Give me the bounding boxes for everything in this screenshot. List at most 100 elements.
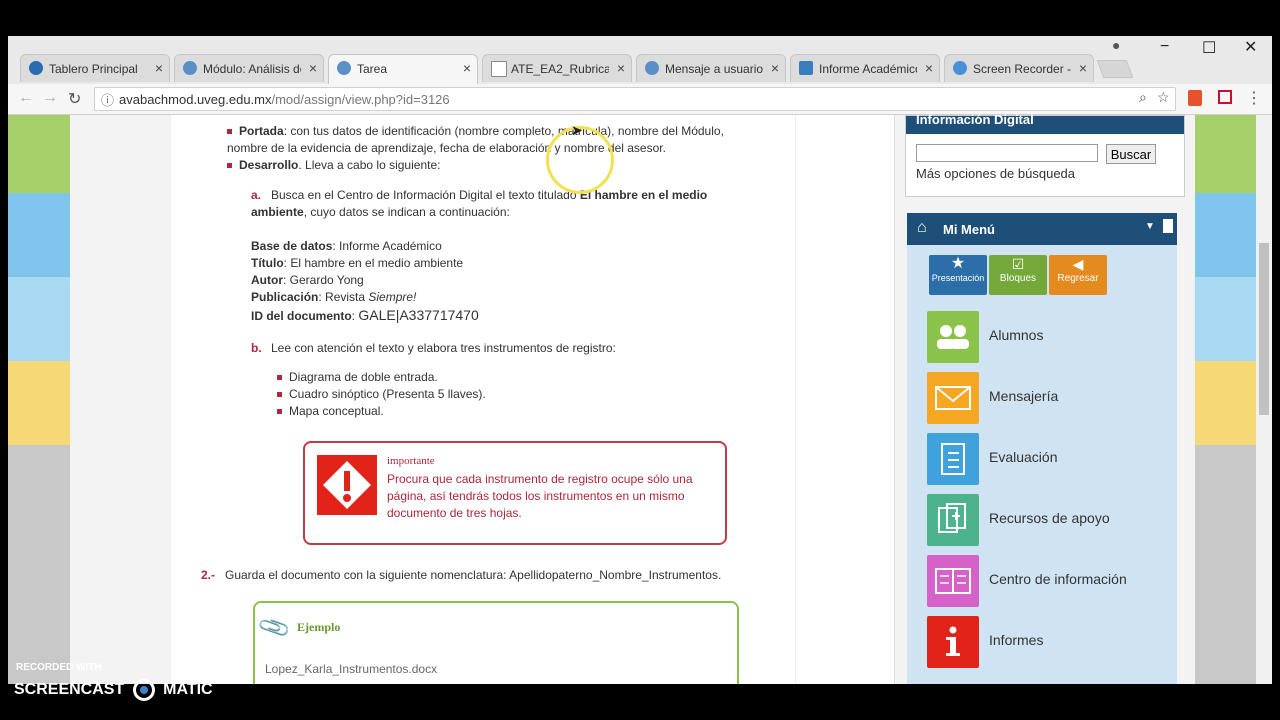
- minimize-icon[interactable]: −: [1160, 38, 1169, 56]
- maximize-icon[interactable]: ☐: [1202, 38, 1216, 58]
- regresar-button[interactable]: ◀ Regresar: [1049, 255, 1107, 295]
- search-input[interactable]: [916, 144, 1098, 162]
- menu-item-mensajeria[interactable]: Mensajería: [989, 388, 1058, 404]
- mail-icon[interactable]: [927, 372, 979, 424]
- bloques-button[interactable]: ☑ Bloques: [989, 255, 1047, 295]
- bookmark-star-icon[interactable]: ☆: [1157, 89, 1170, 106]
- portada-line-1: Portada: con tus datos de identificación…: [239, 124, 724, 138]
- profile-icon[interactable]: ●: [1112, 37, 1120, 53]
- decor-stripe-right: [1194, 361, 1256, 445]
- menu-item-centro-de-informacion[interactable]: Centro de información: [989, 571, 1127, 587]
- new-tab-button[interactable]: [1096, 60, 1134, 78]
- warning-icon: [317, 455, 377, 515]
- presentacion-button[interactable]: ★ Presentación: [929, 255, 987, 295]
- close-icon[interactable]: ×: [617, 60, 625, 76]
- info-digital-block: Información Digital Buscar Más opciones …: [905, 112, 1185, 197]
- search-button[interactable]: Buscar: [1106, 144, 1156, 164]
- pocket-extension-icon[interactable]: [1218, 90, 1232, 104]
- page-viewport: Portada: con tus datos de identificación…: [8, 112, 1272, 684]
- info-icon[interactable]: ⓘ: [101, 90, 114, 109]
- add-document-icon[interactable]: [927, 494, 979, 546]
- menu-item-evaluacion[interactable]: Evaluación: [989, 449, 1058, 465]
- url-input[interactable]: ⓘ avabachmod.uveg.edu.mx/mod/assign/view…: [94, 87, 1176, 111]
- clipboard-icon[interactable]: [927, 433, 979, 485]
- info-digital-header: Información Digital: [906, 112, 1184, 134]
- dock-icon[interactable]: [1163, 219, 1173, 233]
- site-icon: [645, 61, 659, 75]
- presentacion-label: Presentación: [931, 273, 985, 283]
- step-b-label: b.: [251, 341, 262, 355]
- bloques-label: Bloques: [999, 273, 1037, 284]
- bullet: [277, 392, 282, 397]
- watermark-line-2: SCREENCAST: [14, 681, 125, 699]
- alumnos-icon[interactable]: [927, 311, 979, 363]
- back-icon[interactable]: ←: [18, 89, 34, 107]
- decor-stripe-left: [8, 277, 70, 361]
- important-line-3: documento de tres hojas.: [387, 506, 522, 520]
- chevron-down-icon[interactable]: ▼: [1145, 221, 1155, 232]
- close-window-icon[interactable]: ✕: [1244, 37, 1257, 57]
- close-icon[interactable]: ×: [771, 60, 779, 76]
- menu-item-informes[interactable]: Informes: [989, 632, 1043, 648]
- search-more-link[interactable]: Más opciones de búsqueda: [916, 166, 1075, 181]
- decor-stripe-left: [8, 193, 70, 277]
- mi-menu-title: Mi Menú: [943, 222, 995, 237]
- example-title: Ejemplo: [297, 620, 341, 634]
- step-2-number: 2.-: [201, 568, 216, 582]
- close-icon[interactable]: ×: [1079, 60, 1087, 76]
- address-bar: ← → ↻ ⓘ avabachmod.uveg.edu.mx/mod/assig…: [8, 84, 1272, 115]
- paperclip-icon: 📎: [256, 609, 293, 646]
- scrollbar-thumb[interactable]: [1259, 243, 1269, 415]
- tab-label: Tablero Principal: [49, 62, 138, 76]
- tab-tablero-principal[interactable]: Tablero Principal ×: [20, 54, 170, 82]
- tab-mensaje[interactable]: Mensaje a usuarios ×: [636, 54, 786, 82]
- step-b-text: Lee con atención el texto y elabora tres…: [271, 341, 616, 355]
- step-a-line-1: Busca en el Centro de Información Digita…: [271, 188, 708, 202]
- menu-item-recursos-de-apoyo[interactable]: Recursos de apoyo: [989, 510, 1110, 526]
- close-icon[interactable]: ×: [309, 60, 317, 76]
- zoom-icon[interactable]: ⌕: [1139, 89, 1147, 106]
- mi-menu-body: ★ Presentación ☑ Bloques ◀ Regresar Alum…: [907, 245, 1177, 684]
- bullet: [277, 375, 282, 380]
- decor-stripe-right: [1194, 445, 1256, 684]
- decor-stripe-left: [8, 445, 70, 684]
- bullet: [227, 163, 232, 168]
- screencast-watermark: RECORDED WITH SCREENCAST MATIC: [14, 662, 213, 701]
- scrollbar[interactable]: [1256, 115, 1272, 684]
- reload-icon[interactable]: ↻: [68, 89, 81, 109]
- tab-screen-recorder[interactable]: Screen Recorder - F ×: [944, 54, 1094, 82]
- home-icon: ⌂: [917, 219, 927, 236]
- tab-label: Tarea: [357, 62, 388, 76]
- tab-tarea[interactable]: Tarea ×: [328, 54, 478, 84]
- forward-icon[interactable]: →: [42, 89, 58, 107]
- close-icon[interactable]: ×: [155, 60, 163, 76]
- sidebar: Información Digital Buscar Más opciones …: [894, 112, 1195, 684]
- field-titulo: Título: El hambre en el medio ambiente: [251, 256, 464, 270]
- tab-informe[interactable]: Informe Académico ×: [790, 54, 940, 82]
- star-icon: ★: [950, 255, 966, 272]
- watermark-line-3: MATIC: [163, 681, 213, 699]
- info-digital-title: Información Digital: [916, 112, 1034, 127]
- important-box: importante Procura que cada instrumento …: [303, 441, 727, 545]
- open-book-icon[interactable]: [927, 555, 979, 607]
- important-title: importante: [387, 455, 435, 467]
- tab-rubrica[interactable]: ATE_EA2_Rubrica-El ×: [482, 54, 632, 82]
- info-icon[interactable]: [927, 616, 979, 668]
- extension-icon[interactable]: [1188, 90, 1202, 106]
- menu-item-alumnos[interactable]: Alumnos: [989, 327, 1043, 343]
- mi-menu-header: ⌂ Mi Menú ▼: [907, 213, 1177, 245]
- step-a-label: a.: [251, 188, 262, 202]
- site-icon: [953, 61, 967, 75]
- watermark-logo: SCREENCAST MATIC: [14, 679, 213, 701]
- field-id-documento: ID del documento: GALE|A337717470: [251, 307, 479, 323]
- close-icon[interactable]: ×: [463, 60, 471, 76]
- back-arrow-icon: ◀: [1072, 256, 1084, 272]
- regresar-label: Regresar: [1057, 273, 1099, 284]
- menu-kebab-icon[interactable]: ⋮: [1246, 88, 1262, 108]
- mouse-pointer-icon: ➤: [571, 122, 583, 138]
- decor-stripe-right: [1194, 115, 1256, 193]
- tab-strip: Tablero Principal × Módulo: Análisis de …: [8, 36, 1272, 84]
- tab-label: Mensaje a usuarios: [665, 62, 763, 76]
- tab-modulo[interactable]: Módulo: Análisis de ×: [174, 54, 324, 82]
- close-icon[interactable]: ×: [925, 60, 933, 76]
